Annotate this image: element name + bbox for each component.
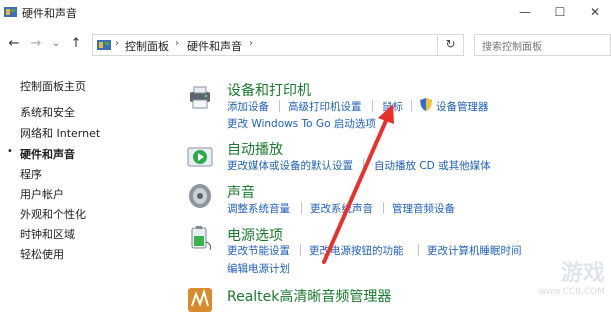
- sidebar-item-ease-of-access[interactable]: 轻松使用: [20, 246, 64, 262]
- refresh-button[interactable]: ↻: [437, 34, 463, 56]
- manage-audio-devices-link[interactable]: 管理音频设备: [392, 201, 455, 216]
- navigation-bar: ← → ⌄ ↑ › 控制面板 › 硬件和声音 › ↻: [0, 30, 611, 60]
- control-panel-icon: [97, 40, 111, 50]
- device-manager-link[interactable]: 设备管理器: [436, 99, 489, 114]
- watermark-url: www.CC8.COM: [538, 287, 605, 297]
- sidebar-item-appearance[interactable]: 外观和个性化: [20, 206, 86, 222]
- breadcrumb-separator: ›: [115, 38, 119, 49]
- link-divider: [372, 100, 373, 112]
- minimize-button[interactable]: —: [510, 2, 540, 22]
- maximize-button[interactable]: ☐: [545, 2, 575, 22]
- mouse-link[interactable]: 鼠标: [382, 99, 403, 114]
- link-divider: [300, 244, 301, 256]
- sidebar-item-home[interactable]: 控制面板主页: [20, 78, 86, 94]
- address-bar[interactable]: › 控制面板 › 硬件和声音 ›: [92, 34, 464, 56]
- speaker-icon[interactable]: [186, 182, 214, 210]
- autoplay-cd-link[interactable]: 自动播放 CD 或其他媒体: [374, 158, 491, 173]
- autoplay-icon[interactable]: [186, 143, 214, 171]
- battery-icon[interactable]: [186, 224, 214, 252]
- watermark-text: 游戏: [560, 261, 605, 286]
- devices-printers-title[interactable]: 设备和打印机: [227, 80, 311, 100]
- sound-title[interactable]: 声音: [227, 182, 255, 202]
- shield-icon: [420, 98, 432, 111]
- control-panel-icon: [4, 7, 17, 17]
- edit-power-plan-link[interactable]: 编辑电源计划: [227, 261, 290, 276]
- sidebar-item-clock-region[interactable]: 时钟和区域: [20, 226, 75, 242]
- advanced-printer-settings-link[interactable]: 高级打印机设置: [288, 99, 362, 114]
- sidebar-item-network[interactable]: 网络和 Internet: [20, 125, 100, 141]
- search-box[interactable]: [474, 34, 611, 58]
- change-default-media-settings-link[interactable]: 更改媒体或设备的默认设置: [227, 158, 353, 173]
- change-power-button-link[interactable]: 更改电源按钮的功能: [309, 243, 404, 258]
- title-bar: 硬件和声音 — ☐ ✕: [0, 0, 611, 26]
- change-system-sounds-link[interactable]: 更改系统声音: [310, 201, 373, 216]
- windows-to-go-link[interactable]: 更改 Windows To Go 启动选项: [227, 116, 376, 131]
- link-divider: [411, 100, 412, 112]
- search-input[interactable]: [480, 37, 604, 58]
- back-button[interactable]: ←: [6, 36, 22, 52]
- active-bullet-icon: •: [7, 146, 13, 157]
- sidebar-item-hardware-sound[interactable]: 硬件和声音: [20, 146, 75, 162]
- breadcrumb-hardware-sound[interactable]: 硬件和声音: [187, 38, 242, 54]
- forward-button[interactable]: →: [28, 36, 44, 52]
- recent-dropdown-icon[interactable]: ⌄: [48, 36, 64, 52]
- watermark: 游戏 www.CC8.COM: [539, 255, 605, 297]
- link-divider: [363, 159, 364, 171]
- breadcrumb-control-panel[interactable]: 控制面板: [125, 38, 169, 54]
- printer-icon[interactable]: [186, 84, 214, 112]
- sidebar-item-programs[interactable]: 程序: [20, 166, 42, 182]
- realtek-audio-icon[interactable]: [186, 286, 214, 314]
- breadcrumb-separator[interactable]: ›: [249, 38, 253, 49]
- sidebar-item-user-accounts[interactable]: 用户帐户: [20, 186, 64, 202]
- change-sleep-time-link[interactable]: 更改计算机睡眠时间: [427, 243, 522, 258]
- close-button[interactable]: ✕: [580, 2, 610, 22]
- link-divider: [418, 244, 419, 256]
- breadcrumb-separator[interactable]: ›: [175, 38, 179, 49]
- up-button[interactable]: ↑: [68, 36, 84, 52]
- power-options-title[interactable]: 电源选项: [227, 225, 283, 245]
- realtek-title[interactable]: Realtek高清晰音频管理器: [227, 286, 391, 306]
- autoplay-title[interactable]: 自动播放: [227, 139, 283, 159]
- change-power-saving-link[interactable]: 更改节能设置: [227, 243, 290, 258]
- sidebar-item-system-security[interactable]: 系统和安全: [20, 104, 75, 120]
- adjust-volume-link[interactable]: 调整系统音量: [227, 201, 290, 216]
- window-title: 硬件和声音: [22, 7, 77, 20]
- link-divider: [301, 202, 302, 214]
- link-divider: [383, 202, 384, 214]
- link-divider: [279, 100, 280, 112]
- add-device-link[interactable]: 添加设备: [227, 99, 269, 114]
